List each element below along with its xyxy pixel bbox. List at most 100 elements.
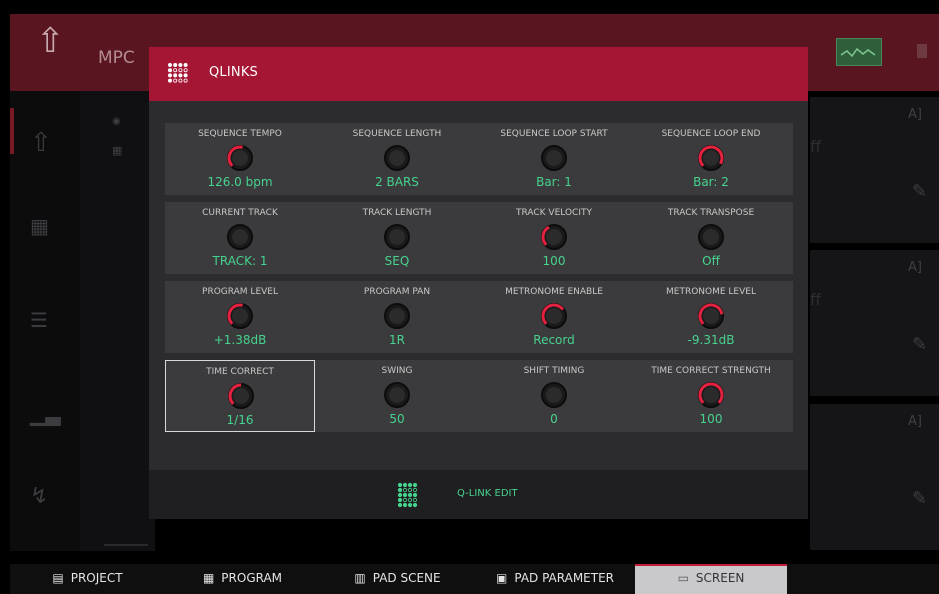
pencil-icon[interactable]: ✎ xyxy=(912,488,927,509)
qlink-label: METRONOME ENABLE xyxy=(505,287,603,297)
ghost-text: ff xyxy=(810,290,822,309)
qlink-label: CURRENT TRACK xyxy=(202,208,278,218)
qlink-cell[interactable]: CURRENT TRACK TRACK: 1 xyxy=(165,202,315,274)
qlink-edit-icon[interactable] xyxy=(397,482,427,514)
qlink-value: Record xyxy=(533,333,575,347)
qlink-cell[interactable]: TIME CORRECT 1/16 xyxy=(165,360,315,432)
qlink-cell[interactable]: METRONOME LEVEL -9.31dB xyxy=(636,281,786,353)
knob-icon[interactable] xyxy=(540,302,568,330)
qlink-cell[interactable]: SEQUENCE LOOP END Bar: 2 xyxy=(636,123,786,195)
qlink-value: 100 xyxy=(699,412,723,426)
qlink-cell[interactable]: SWING 50 xyxy=(322,360,472,432)
tab-project[interactable]: ▤ PROJECT xyxy=(10,564,165,594)
screen-icon: ▭ xyxy=(677,571,689,585)
qlink-cell[interactable]: SEQUENCE LENGTH 2 BARS xyxy=(322,123,472,195)
menu-icon[interactable] xyxy=(917,44,927,58)
qlink-row: CURRENT TRACK TRACK: 1 TRACK LENGTH SEQ TRAC… xyxy=(165,202,793,274)
pads-icon[interactable]: ▦ xyxy=(112,144,122,157)
qlink-cell[interactable]: TIME CORRECT STRENGTH 100 xyxy=(636,360,786,432)
knob-icon[interactable] xyxy=(226,144,254,172)
knob-icon[interactable] xyxy=(540,144,568,172)
ab-icon[interactable]: A] xyxy=(908,414,922,429)
qlink-cell[interactable]: TRACK LENGTH SEQ xyxy=(322,202,472,274)
knob-icon[interactable] xyxy=(697,144,725,172)
bottom-tab-bar: ▤ PROJECT ▦ PROGRAM ▥ PAD SCENE ▣ PAD PARAMETER… xyxy=(10,564,939,594)
tab-label: PAD SCENE xyxy=(372,571,441,585)
dialog-title: QLINKS xyxy=(209,65,259,80)
qlink-cell[interactable]: TRACK VELOCITY 100 xyxy=(479,202,629,274)
qlink-cell[interactable]: SEQUENCE LOOP START Bar: 1 xyxy=(479,123,629,195)
qlink-row: TIME CORRECT 1/16 SWING 50 SHIFT TIMING 0 TIME… xyxy=(165,360,793,432)
qlink-cell[interactable]: METRONOME ENABLE Record xyxy=(479,281,629,353)
tab-pad-scene[interactable]: ▥ PAD SCENE xyxy=(320,564,475,594)
levels-rail-icon[interactable]: ▁▃ xyxy=(30,402,61,426)
qlink-value: 1R xyxy=(389,333,405,347)
knob-icon[interactable] xyxy=(697,302,725,330)
knob-icon[interactable] xyxy=(226,302,254,330)
tab-screen[interactable]: ▭ SCREEN xyxy=(635,564,787,594)
ab-icon[interactable]: A] xyxy=(908,107,922,122)
track-column xyxy=(80,91,155,551)
tab-label: PROGRAM xyxy=(221,571,283,585)
qlink-label: SEQUENCE LENGTH xyxy=(352,129,442,139)
qlink-cell[interactable]: PROGRAM PAN 1R xyxy=(322,281,472,353)
qlink-value: 2 BARS xyxy=(375,175,419,189)
knob-icon[interactable] xyxy=(540,381,568,409)
qlink-edit-button[interactable]: Q-LINK EDIT xyxy=(457,488,518,499)
qlink-label: SWING xyxy=(381,366,413,376)
qlink-value: 50 xyxy=(389,412,405,426)
left-rail-active-indicator xyxy=(10,108,14,154)
qlinks-dialog: QLINKS SEQUENCE TEMPO 126.0 bpm SEQUENCE L… xyxy=(149,47,808,519)
knob-icon[interactable] xyxy=(226,223,254,251)
qlink-label: PROGRAM LEVEL xyxy=(202,287,278,297)
pad-parameter-icon: ▣ xyxy=(496,571,508,585)
pencil-icon[interactable]: ✎ xyxy=(912,334,927,355)
knob-icon[interactable] xyxy=(383,223,411,251)
qlink-value: 0 xyxy=(550,412,558,426)
qlink-value: Off xyxy=(702,254,720,268)
qlink-value: Bar: 2 xyxy=(693,175,729,189)
qlink-value: SEQ xyxy=(384,254,410,268)
knob-icon[interactable] xyxy=(697,223,725,251)
right-panel-3: A] ✎ xyxy=(810,404,939,550)
knob-icon[interactable] xyxy=(540,223,568,251)
qlink-grid-icon xyxy=(167,62,193,92)
qlink-label: TRACK TRANSPOSE xyxy=(667,208,755,218)
qlink-cell[interactable]: TRACK TRANSPOSE Off xyxy=(636,202,786,274)
right-panel-1: ff A] ✎ xyxy=(810,97,939,243)
app-title: MPC xyxy=(98,48,135,68)
qlink-label: SEQUENCE LOOP START xyxy=(500,129,608,139)
qlink-label: TRACK LENGTH xyxy=(362,208,432,218)
ab-icon[interactable]: A] xyxy=(908,260,922,275)
pad-scene-icon: ▥ xyxy=(354,571,366,585)
qlink-value: Bar: 1 xyxy=(536,175,572,189)
qlink-row: PROGRAM LEVEL +1.38dB PROGRAM PAN 1R METRONO… xyxy=(165,281,793,353)
pencil-icon[interactable]: ✎ xyxy=(912,181,927,202)
waveform-icon[interactable] xyxy=(836,38,882,66)
qlink-label: PROGRAM PAN xyxy=(363,287,431,297)
home-rail-icon[interactable]: ⇧ xyxy=(30,128,52,158)
home-icon[interactable]: ⇧ xyxy=(36,24,65,58)
qlink-label: TIME CORRECT xyxy=(206,367,274,377)
tab-label: SCREEN xyxy=(695,571,745,585)
knob-icon[interactable] xyxy=(697,381,725,409)
tab-pad-parameter[interactable]: ▣ PAD PARAMETER xyxy=(475,564,635,594)
tab-program[interactable]: ▦ PROGRAM xyxy=(165,564,320,594)
qlink-label: SEQUENCE TEMPO xyxy=(198,129,282,139)
eye-icon[interactable]: ◉ xyxy=(112,116,121,127)
qlink-cell[interactable]: SHIFT TIMING 0 xyxy=(479,360,629,432)
qlink-cell[interactable]: SEQUENCE TEMPO 126.0 bpm xyxy=(165,123,315,195)
knob-icon[interactable] xyxy=(383,381,411,409)
dialog-header: QLINKS xyxy=(149,47,808,101)
mixer-rail-icon[interactable]: ☰ xyxy=(30,308,48,332)
knob-icon[interactable] xyxy=(227,382,255,410)
qlink-cell[interactable]: PROGRAM LEVEL +1.38dB xyxy=(165,281,315,353)
tuner-rail-icon[interactable]: ↯ xyxy=(30,484,48,509)
knob-icon[interactable] xyxy=(383,144,411,172)
qlink-grid: SEQUENCE TEMPO 126.0 bpm SEQUENCE LENGTH 2 … xyxy=(165,123,793,439)
qlink-value: TRACK: 1 xyxy=(212,254,268,268)
knob-icon[interactable] xyxy=(383,302,411,330)
tab-label: PAD PARAMETER xyxy=(514,571,614,585)
ghost-text: ff xyxy=(810,137,822,156)
grid-rail-icon[interactable]: ▦ xyxy=(30,214,49,238)
